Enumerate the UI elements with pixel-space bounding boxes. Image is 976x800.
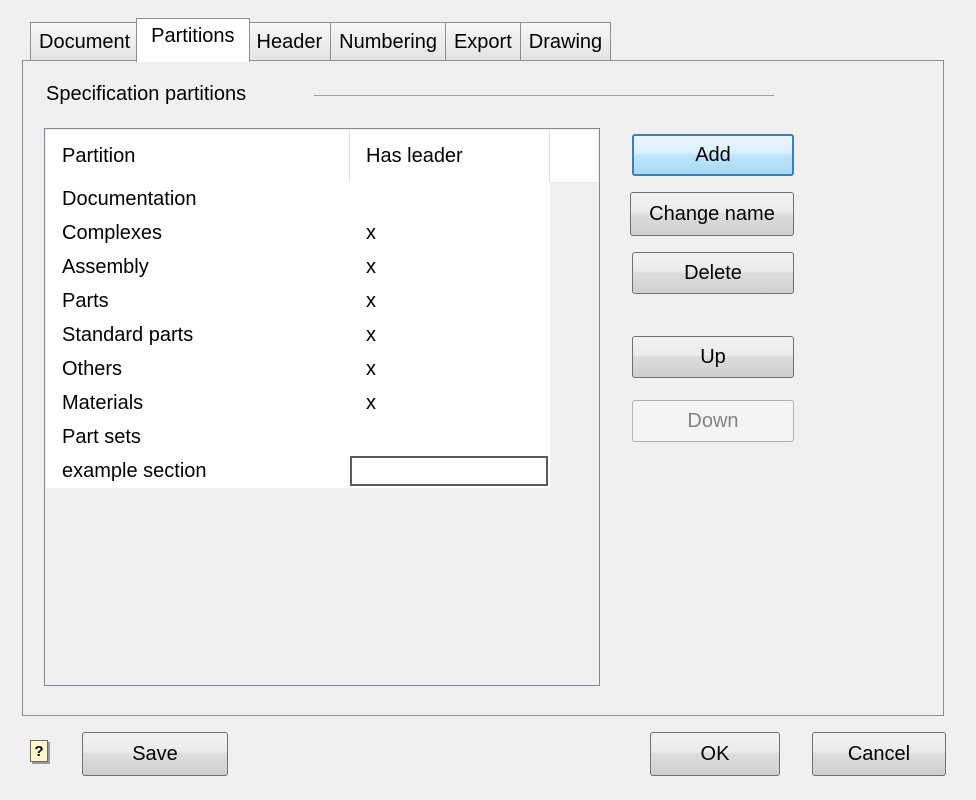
column-header-partition[interactable]: Partition xyxy=(46,130,350,182)
column-header-has-leader[interactable]: Has leader xyxy=(350,130,550,182)
partition-name: Others xyxy=(62,357,123,380)
add-button[interactable]: Add xyxy=(632,134,794,176)
list-body: Documentation Complexes x Assembly x Par… xyxy=(46,182,550,488)
table-row[interactable]: Documentation xyxy=(46,182,550,216)
table-row[interactable]: Part sets xyxy=(46,420,550,454)
group-divider xyxy=(314,95,774,96)
has-leader-value: x xyxy=(366,357,376,380)
table-row[interactable]: Materials x xyxy=(46,386,550,420)
up-button[interactable]: Up xyxy=(632,336,794,378)
table-row[interactable]: Complexes x xyxy=(46,216,550,250)
tab-numbering[interactable]: Numbering xyxy=(330,22,446,62)
partition-name: Part sets xyxy=(62,425,141,448)
partition-name: Documentation xyxy=(62,187,197,210)
table-row[interactable]: example section xyxy=(46,454,550,488)
cancel-button[interactable]: Cancel xyxy=(812,732,946,776)
down-button[interactable]: Down xyxy=(632,400,794,442)
tab-strip: Document Partitions Header Numbering Exp… xyxy=(30,18,612,62)
table-row[interactable]: Standard parts x xyxy=(46,318,550,352)
has-leader-value: x xyxy=(366,391,376,414)
tab-export[interactable]: Export xyxy=(444,22,521,62)
partition-name: Complexes xyxy=(62,221,163,244)
table-row[interactable]: Others x xyxy=(46,352,550,386)
has-leader-edit-cell[interactable] xyxy=(350,456,548,486)
partition-name: Standard parts xyxy=(62,323,194,346)
partition-name: Assembly xyxy=(62,255,149,278)
table-row[interactable]: Assembly x xyxy=(46,250,550,284)
tab-header[interactable]: Header xyxy=(247,22,332,62)
has-leader-value: x xyxy=(366,323,376,346)
delete-button[interactable]: Delete xyxy=(632,252,794,294)
tab-partitions[interactable]: Partitions xyxy=(136,18,250,62)
save-button[interactable]: Save xyxy=(82,732,228,776)
ok-button[interactable]: OK xyxy=(650,732,780,776)
tab-document[interactable]: Document xyxy=(30,22,140,62)
partition-name: Parts xyxy=(62,289,109,312)
has-leader-value: x xyxy=(366,221,376,244)
tab-drawing[interactable]: Drawing xyxy=(519,22,612,62)
table-row[interactable]: Parts x xyxy=(46,284,550,318)
partitions-list[interactable]: Partition Has leader Documentation Compl… xyxy=(44,128,600,686)
partition-name: example section xyxy=(62,459,207,482)
help-icon[interactable]: ? xyxy=(30,740,48,762)
partition-name: Materials xyxy=(62,391,144,414)
has-leader-value: x xyxy=(366,255,376,278)
list-header: Partition Has leader xyxy=(46,130,598,183)
has-leader-value: x xyxy=(366,289,376,312)
group-label: Specification partitions xyxy=(46,83,247,105)
change-name-button[interactable]: Change name xyxy=(630,192,794,236)
